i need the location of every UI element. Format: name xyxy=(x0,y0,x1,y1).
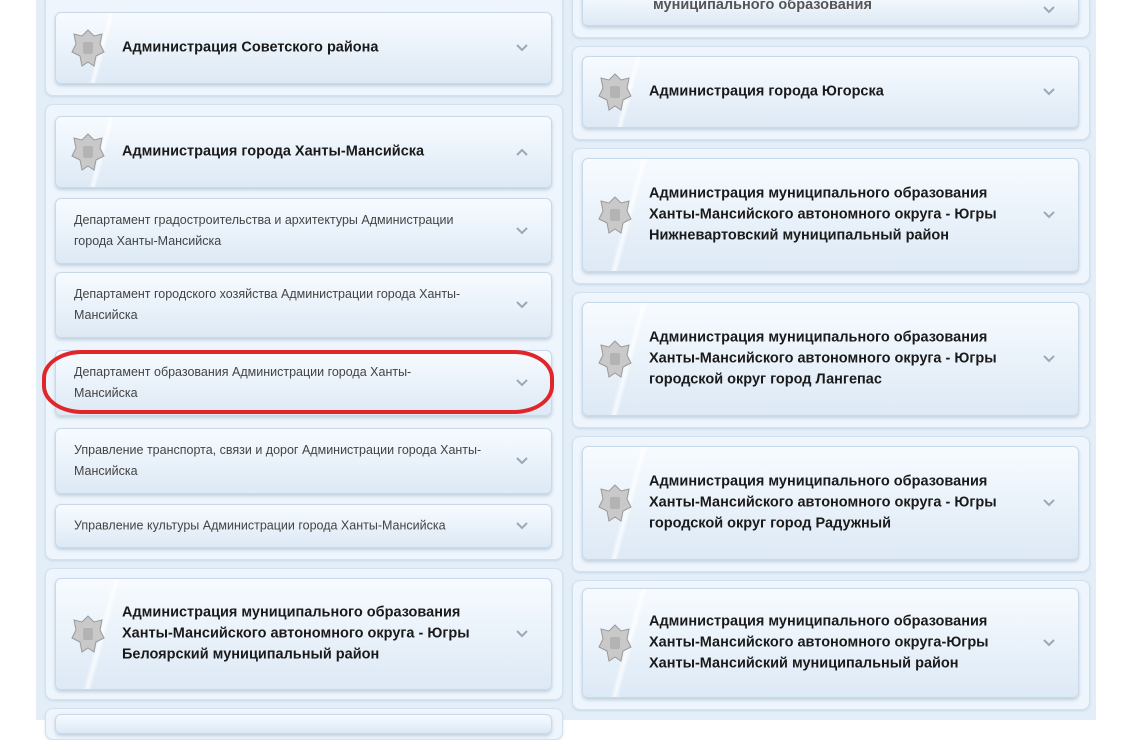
chevron-down-icon[interactable] xyxy=(515,378,529,388)
department-title: Департамент городского хозяйства Админис… xyxy=(74,287,461,322)
org-tile-top-partial[interactable]: муниципального образования xyxy=(582,0,1079,26)
org-title: Администрация муниципального образования… xyxy=(649,613,989,672)
org-tile-langepas[interactable]: Администрация муниципального образования… xyxy=(582,302,1079,416)
org-tile-khanty-district[interactable]: Администрация муниципального образования… xyxy=(582,588,1079,698)
org-tile-raduzhny[interactable]: Администрация муниципального образования… xyxy=(582,446,1079,560)
chevron-down-icon[interactable] xyxy=(515,43,529,53)
chevron-down-icon[interactable] xyxy=(515,521,529,531)
org-title: муниципального образования xyxy=(653,0,872,13)
chevron-down-icon[interactable] xyxy=(1042,498,1056,508)
chevron-down-icon[interactable] xyxy=(515,629,529,639)
department-tile[interactable]: Департамент городского хозяйства Админис… xyxy=(55,272,552,338)
chevron-down-icon[interactable] xyxy=(1042,210,1056,220)
org-tile-partial[interactable] xyxy=(55,714,552,734)
org-title: Администрация муниципального образования… xyxy=(122,604,470,663)
russian-coat-of-arms-icon xyxy=(598,340,632,378)
department-tile[interactable]: Управление культуры Администрации города… xyxy=(55,504,552,548)
chevron-down-icon[interactable] xyxy=(1042,638,1056,648)
russian-coat-of-arms-icon xyxy=(598,624,632,662)
org-title: Администрация Советского района xyxy=(122,39,379,56)
russian-coat-of-arms-icon xyxy=(598,73,632,111)
russian-coat-of-arms-icon xyxy=(598,484,632,522)
chevron-down-icon[interactable] xyxy=(515,226,529,236)
department-title: Управление культуры Администрации города… xyxy=(74,518,446,533)
org-tile-khanty-city[interactable]: Администрация города Ханты-Мансийска xyxy=(55,116,552,188)
org-tile-sovetsky[interactable]: Администрация Советского района xyxy=(55,12,552,84)
russian-coat-of-arms-icon xyxy=(598,196,632,234)
chevron-down-icon[interactable] xyxy=(1042,5,1056,15)
department-tile-education[interactable]: Департамент образования Администрации го… xyxy=(55,350,552,416)
org-title: Администрация муниципального образования… xyxy=(649,473,997,532)
org-title: Администрация города Ханты-Мансийска xyxy=(122,143,425,160)
department-tile[interactable]: Департамент градостроительства и архитек… xyxy=(55,198,552,264)
org-tile-beloyarsky[interactable]: Администрация муниципального образования… xyxy=(55,578,552,690)
russian-coat-of-arms-icon xyxy=(71,615,105,653)
department-tile[interactable]: Управление транспорта, связи и дорог Адм… xyxy=(55,428,552,494)
department-title: Управление транспорта, связи и дорог Адм… xyxy=(74,443,482,478)
org-title: Администрация муниципального образования… xyxy=(649,329,997,388)
department-title: Департамент градостроительства и архитек… xyxy=(74,213,454,248)
chevron-down-icon[interactable] xyxy=(515,456,529,466)
department-title: Департамент образования Администрации го… xyxy=(74,365,412,400)
chevron-down-icon[interactable] xyxy=(1042,354,1056,364)
org-tile-nizhnevartovsk[interactable]: Администрация муниципального образования… xyxy=(582,158,1079,272)
chevron-down-icon[interactable] xyxy=(1042,87,1056,97)
org-tile-yugorsk[interactable]: Администрация города Югорска xyxy=(582,56,1079,128)
org-title: Администрация города Югорска xyxy=(649,83,884,100)
chevron-down-icon[interactable] xyxy=(515,300,529,310)
org-title: Администрация муниципального образования… xyxy=(649,185,997,244)
russian-coat-of-arms-icon xyxy=(71,29,105,67)
chevron-up-icon[interactable] xyxy=(515,147,529,157)
russian-coat-of-arms-icon xyxy=(71,133,105,171)
